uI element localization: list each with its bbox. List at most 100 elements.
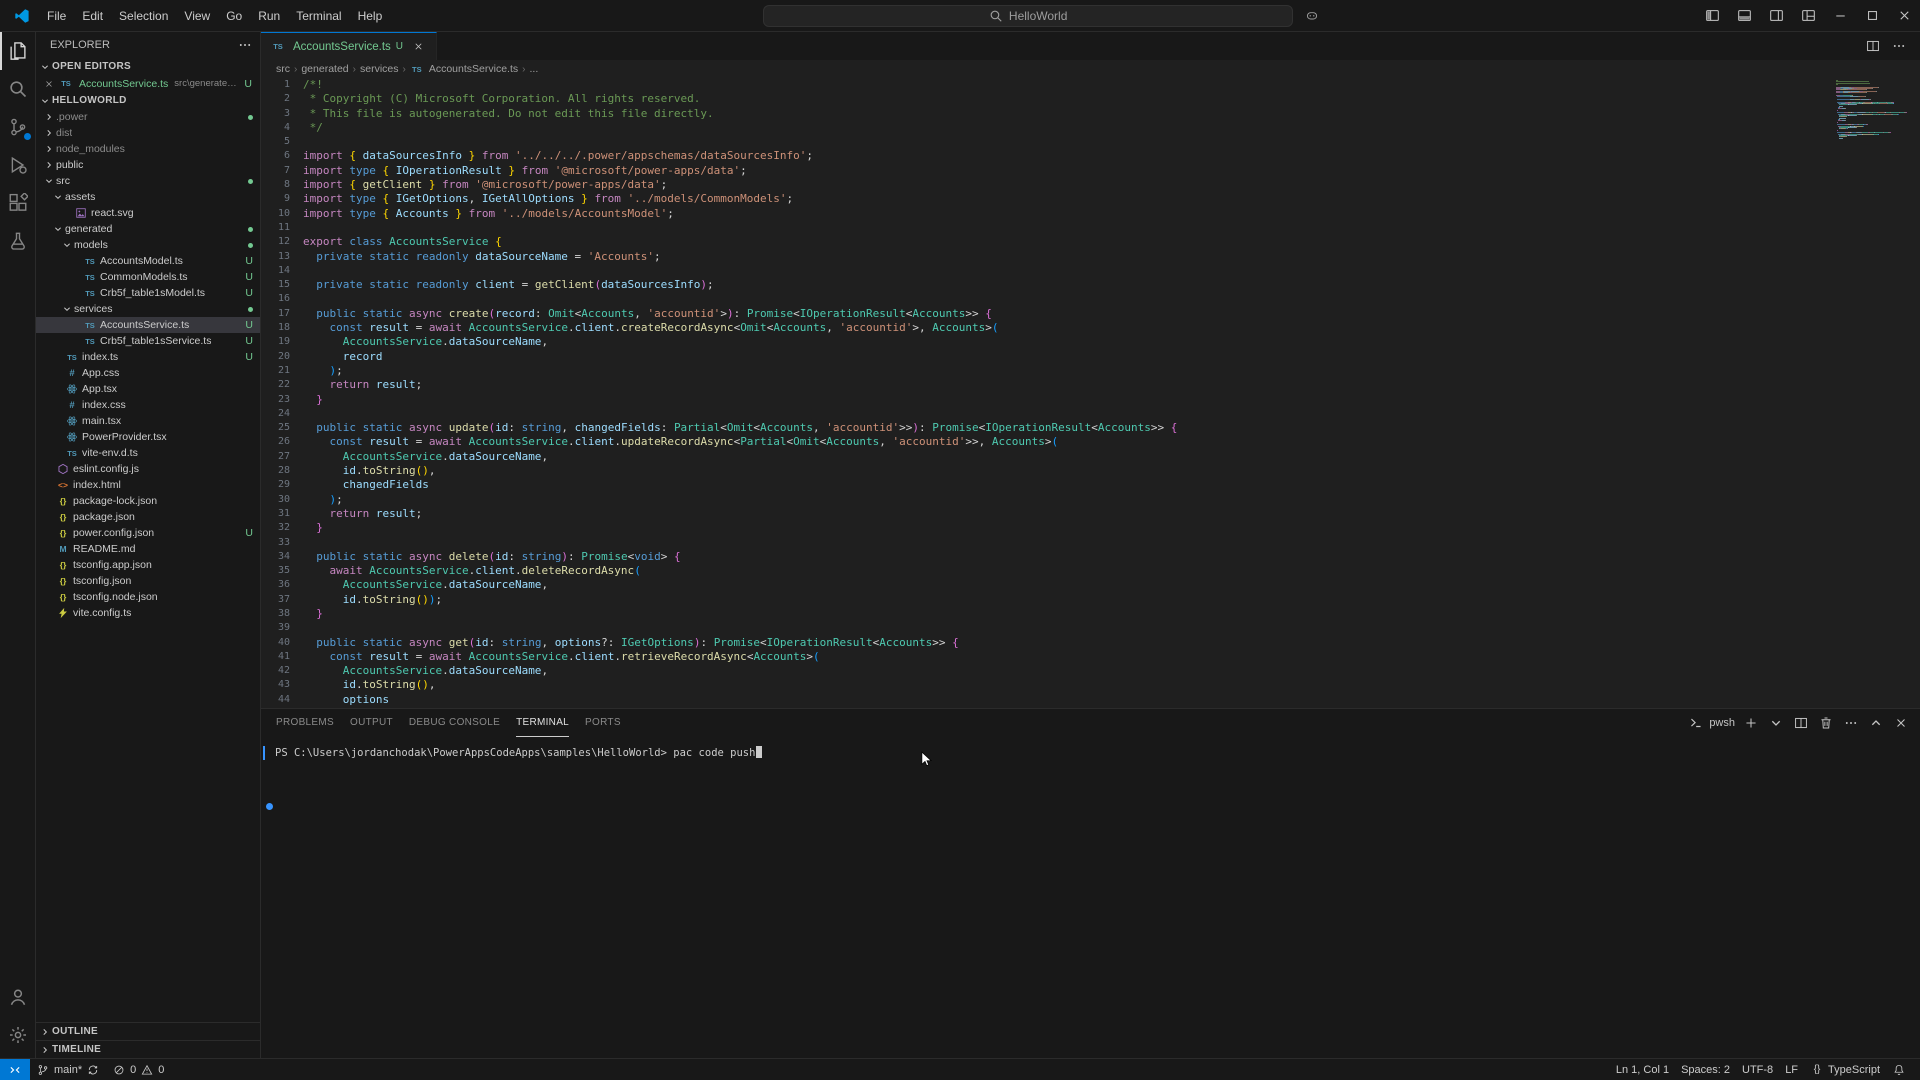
close-editor-icon[interactable] <box>42 77 56 91</box>
language-mode[interactable]: {} TypeScript <box>1804 1059 1886 1080</box>
encoding[interactable]: UTF-8 <box>1736 1059 1779 1080</box>
code-line[interactable]: 13 private static readonly dataSourceNam… <box>261 250 1830 264</box>
file-AccountsService.ts[interactable]: TSAccountsService.tsU <box>36 317 260 333</box>
command-center[interactable]: HelloWorld <box>763 5 1293 27</box>
panel-tab-problems[interactable]: PROBLEMS <box>276 709 334 737</box>
code-line[interactable]: 16 <box>261 292 1830 306</box>
code-line[interactable]: 21 ); <box>261 364 1830 378</box>
minimize-window-button[interactable] <box>1824 0 1856 32</box>
panel-tab-output[interactable]: OUTPUT <box>350 709 393 737</box>
file-react.svg[interactable]: react.svg <box>36 205 260 221</box>
outline-header[interactable]: OUTLINE <box>36 1022 260 1040</box>
branch-status[interactable]: main* <box>30 1059 106 1080</box>
file-tsconfig.json[interactable]: {}tsconfig.json <box>36 573 260 589</box>
activity-settings[interactable] <box>0 1016 36 1054</box>
file-README.md[interactable]: MREADME.md <box>36 541 260 557</box>
code-line[interactable]: 28 id.toString(), <box>261 464 1830 478</box>
menu-file[interactable]: File <box>39 6 74 26</box>
toggle-secondary-sidebar-icon[interactable] <box>1760 0 1792 32</box>
folder-src[interactable]: src <box>36 173 260 189</box>
code-line[interactable]: 36 AccountsService.dataSourceName, <box>261 578 1830 592</box>
code-line[interactable]: 2 * Copyright (C) Microsoft Corporation.… <box>261 92 1830 106</box>
code-line[interactable]: 41 const result = await AccountsService.… <box>261 650 1830 664</box>
split-terminal-icon[interactable] <box>1792 714 1810 732</box>
activity-testing[interactable] <box>0 222 36 260</box>
code-line[interactable]: 40 public static async get(id: string, o… <box>261 636 1830 650</box>
file-index.html[interactable]: <>index.html <box>36 477 260 493</box>
split-editor-icon[interactable] <box>1862 35 1884 57</box>
terminal-more-actions-icon[interactable] <box>1842 714 1860 732</box>
code-line[interactable]: 39 <box>261 621 1830 635</box>
file-index.css[interactable]: #index.css <box>36 397 260 413</box>
maximize-panel-icon[interactable] <box>1867 714 1885 732</box>
close-panel-icon[interactable] <box>1892 714 1910 732</box>
code-line[interactable]: 38 } <box>261 607 1830 621</box>
code-line[interactable]: 11 <box>261 221 1830 235</box>
code-line[interactable]: 15 private static readonly client = getC… <box>261 278 1830 292</box>
terminal[interactable]: PS C:\Users\jordanchodak\PowerAppsCodeAp… <box>261 737 1920 1058</box>
code-line[interactable]: 19 AccountsService.dataSourceName, <box>261 335 1830 349</box>
terminal-shell-item[interactable]: pwsh <box>1687 714 1735 732</box>
code-line[interactable]: 3 * This file is autogenerated. Do not e… <box>261 107 1830 121</box>
code-line[interactable]: 37 id.toString()); <box>261 593 1830 607</box>
code-line[interactable]: 5 <box>261 135 1830 149</box>
maximize-window-button[interactable] <box>1856 0 1888 32</box>
eol[interactable]: LF <box>1779 1059 1804 1080</box>
folder-assets[interactable]: assets <box>36 189 260 205</box>
folder-node_modules[interactable]: node_modules <box>36 141 260 157</box>
code-area[interactable]: 1/*!2 * Copyright (C) Microsoft Corporat… <box>261 78 1830 708</box>
explorer-more-actions-icon[interactable] <box>238 38 252 52</box>
code-line[interactable]: 35 await AccountsService.client.deleteRe… <box>261 564 1830 578</box>
file-App.css[interactable]: #App.css <box>36 365 260 381</box>
file-power.config.json[interactable]: {}power.config.jsonU <box>36 525 260 541</box>
activity-run-and-debug[interactable] <box>0 146 36 184</box>
menu-terminal[interactable]: Terminal <box>288 6 349 26</box>
breadcrumb-item[interactable]: ... <box>529 63 538 75</box>
notifications[interactable] <box>1886 1059 1912 1080</box>
file-package.json[interactable]: {}package.json <box>36 509 260 525</box>
cursor-position[interactable]: Ln 1, Col 1 <box>1610 1059 1675 1080</box>
remote-indicator[interactable] <box>0 1059 30 1080</box>
folder-.power[interactable]: .power <box>36 109 260 125</box>
panel-tab-debug-console[interactable]: DEBUG CONSOLE <box>409 709 500 737</box>
code-line[interactable]: 26 const result = await AccountsService.… <box>261 435 1830 449</box>
copilot-icon[interactable] <box>1301 5 1323 27</box>
code-line[interactable]: 29 changedFields <box>261 478 1830 492</box>
code-line[interactable]: 44 options <box>261 693 1830 707</box>
code-line[interactable]: 23 } <box>261 393 1830 407</box>
code-line[interactable]: 4 */ <box>261 121 1830 135</box>
file-eslint.config.js[interactable]: eslint.config.js <box>36 461 260 477</box>
code-line[interactable]: 32 } <box>261 521 1830 535</box>
activity-accounts[interactable] <box>0 978 36 1016</box>
indentation[interactable]: Spaces: 2 <box>1675 1059 1736 1080</box>
toggle-panel-icon[interactable] <box>1728 0 1760 32</box>
code-line[interactable]: 24 <box>261 407 1830 421</box>
tab-accountsservice-ts[interactable]: TS AccountsService.ts U <box>261 32 437 60</box>
customize-layout-icon[interactable] <box>1792 0 1824 32</box>
code-line[interactable]: 20 record <box>261 350 1830 364</box>
code-line[interactable]: 22 return result; <box>261 378 1830 392</box>
activity-search[interactable] <box>0 70 36 108</box>
folder-public[interactable]: public <box>36 157 260 173</box>
toggle-primary-sidebar-icon[interactable] <box>1696 0 1728 32</box>
file-vite-env.d.ts[interactable]: TSvite-env.d.ts <box>36 445 260 461</box>
code-line[interactable]: 27 AccountsService.dataSourceName, <box>261 450 1830 464</box>
file-Crb5f_table1sService.ts[interactable]: TSCrb5f_table1sService.tsU <box>36 333 260 349</box>
code-line[interactable]: 8import { getClient } from '@microsoft/p… <box>261 178 1830 192</box>
code-line[interactable]: 9import type { IGetOptions, IGetAllOptio… <box>261 192 1830 206</box>
minimap[interactable] <box>1836 80 1906 139</box>
file-AccountsModel.ts[interactable]: TSAccountsModel.tsU <box>36 253 260 269</box>
breadcrumb-item[interactable]: src <box>276 63 290 75</box>
open-editor-item[interactable]: TS AccountsService.ts src\generated\ser.… <box>36 75 260 92</box>
file-index.ts[interactable]: TSindex.tsU <box>36 349 260 365</box>
menu-view[interactable]: View <box>176 6 218 26</box>
code-line[interactable]: 12export class AccountsService { <box>261 235 1830 249</box>
file-PowerProvider.tsx[interactable]: PowerProvider.tsx <box>36 429 260 445</box>
folder-services[interactable]: services <box>36 301 260 317</box>
code-line[interactable]: 30 ); <box>261 493 1830 507</box>
activity-extensions[interactable] <box>0 184 36 222</box>
editor-more-actions-icon[interactable] <box>1888 35 1910 57</box>
code-line[interactable]: 14 <box>261 264 1830 278</box>
code-line[interactable]: 25 public static async update(id: string… <box>261 421 1830 435</box>
close-window-button[interactable] <box>1888 0 1920 32</box>
